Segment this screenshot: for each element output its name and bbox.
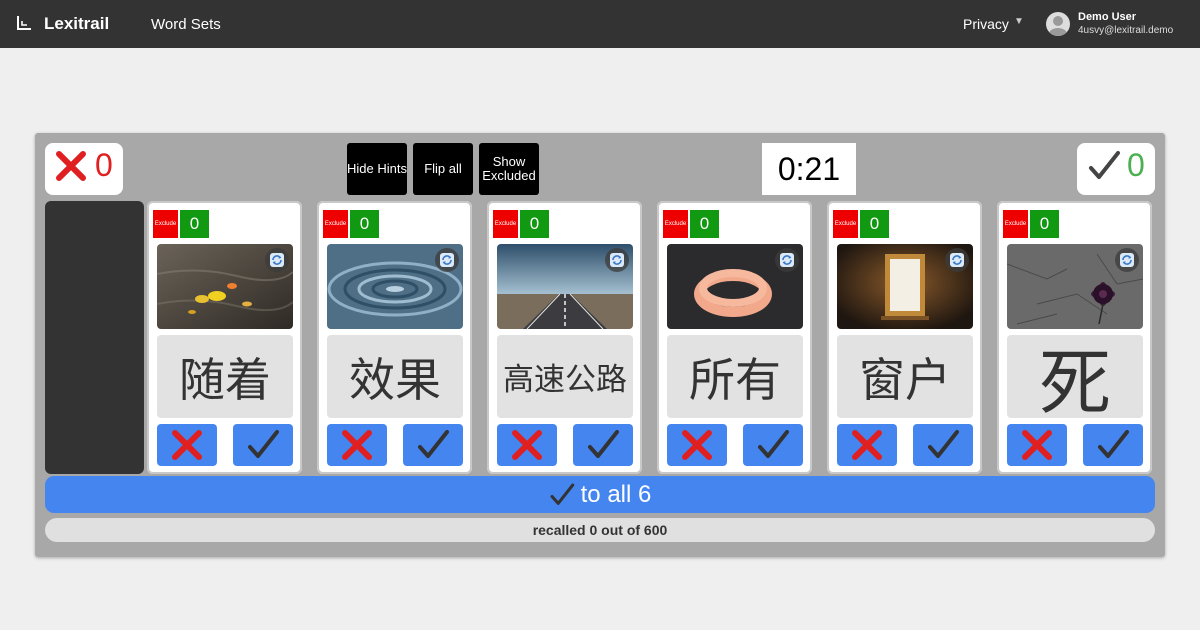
card-image-ripples bbox=[327, 244, 463, 329]
mark-right-button[interactable] bbox=[233, 424, 293, 466]
card-image-window bbox=[837, 244, 973, 329]
refresh-icon bbox=[270, 253, 284, 267]
logo-icon bbox=[17, 16, 31, 30]
mark-right-button[interactable] bbox=[743, 424, 803, 466]
refresh-icon bbox=[610, 253, 624, 267]
word-card: Exclude 0 效果 bbox=[317, 201, 472, 474]
refresh-icon bbox=[780, 253, 794, 267]
cross-icon bbox=[1022, 430, 1052, 460]
right-score-box: 0 bbox=[1077, 143, 1155, 195]
brand-name[interactable]: Lexitrail bbox=[44, 14, 109, 34]
cross-icon bbox=[852, 430, 882, 460]
mark-right-button[interactable] bbox=[573, 424, 633, 466]
card-word[interactable]: 随着 bbox=[157, 335, 293, 418]
check-icon bbox=[550, 483, 574, 505]
word-card: Exclude 0 窗户 bbox=[827, 201, 982, 474]
wrong-count: 0 bbox=[95, 147, 113, 183]
cross-icon bbox=[56, 151, 86, 181]
word-card: Exclude 0 所有 bbox=[657, 201, 812, 474]
check-icon bbox=[928, 430, 959, 458]
exclude-button[interactable]: Exclude bbox=[493, 210, 518, 238]
card-count-badge: 0 bbox=[1030, 210, 1059, 238]
card-count-badge: 0 bbox=[180, 210, 209, 238]
card-image-dead-flower bbox=[1007, 244, 1143, 329]
nav-word-sets-link[interactable]: Word Sets bbox=[151, 16, 221, 33]
cross-icon bbox=[512, 430, 542, 460]
progress-text: recalled 0 out of 600 bbox=[532, 522, 668, 538]
card-count-badge: 0 bbox=[350, 210, 379, 238]
check-icon bbox=[758, 430, 789, 458]
card-image-rings bbox=[667, 244, 803, 329]
mark-wrong-button[interactable] bbox=[327, 424, 387, 466]
mark-all-right-button[interactable]: to all 6 bbox=[45, 476, 1155, 513]
chevron-down-icon[interactable]: ▼ bbox=[1014, 16, 1024, 27]
empty-card-slot bbox=[45, 201, 144, 474]
mark-wrong-button[interactable] bbox=[497, 424, 557, 466]
refresh-image-button[interactable] bbox=[435, 248, 459, 272]
cross-icon bbox=[172, 430, 202, 460]
cross-icon bbox=[682, 430, 712, 460]
mark-wrong-button[interactable] bbox=[667, 424, 727, 466]
card-word[interactable]: 高速公路 bbox=[497, 335, 633, 418]
mark-right-button[interactable] bbox=[1083, 424, 1143, 466]
exclude-button[interactable]: Exclude bbox=[833, 210, 858, 238]
user-email: 4usvy@lexitrail.demo bbox=[1078, 25, 1174, 36]
card-image-highway bbox=[497, 244, 633, 329]
word-card: Exclude 0 死 bbox=[997, 201, 1152, 474]
refresh-image-button[interactable] bbox=[945, 248, 969, 272]
refresh-image-button[interactable] bbox=[265, 248, 289, 272]
check-icon bbox=[248, 430, 279, 458]
word-card: Exclude 0 高速公路 bbox=[487, 201, 642, 474]
avatar[interactable] bbox=[1046, 12, 1070, 36]
check-icon bbox=[418, 430, 449, 458]
check-icon bbox=[588, 430, 619, 458]
exclude-button[interactable]: Exclude bbox=[323, 210, 348, 238]
refresh-image-button[interactable] bbox=[775, 248, 799, 272]
timer: 0:21 bbox=[762, 143, 856, 195]
check-icon bbox=[1089, 151, 1120, 179]
exclude-button[interactable]: Exclude bbox=[1003, 210, 1028, 238]
refresh-icon bbox=[1120, 253, 1134, 267]
card-image-leaves bbox=[157, 244, 293, 329]
cross-icon bbox=[342, 430, 372, 460]
exclude-button[interactable]: Exclude bbox=[663, 210, 688, 238]
mark-right-button[interactable] bbox=[913, 424, 973, 466]
refresh-image-button[interactable] bbox=[605, 248, 629, 272]
recall-progress-bar: recalled 0 out of 600 bbox=[45, 518, 1155, 542]
refresh-image-button[interactable] bbox=[1115, 248, 1139, 272]
refresh-icon bbox=[440, 253, 454, 267]
card-word[interactable]: 效果 bbox=[327, 335, 463, 418]
refresh-icon bbox=[950, 253, 964, 267]
check-icon bbox=[1098, 430, 1129, 458]
nav-privacy-dropdown[interactable]: Privacy bbox=[963, 16, 1009, 32]
card-word[interactable]: 所有 bbox=[667, 335, 803, 418]
wrong-score-box: 0 bbox=[45, 143, 123, 195]
word-card: Exclude 0 随着 bbox=[147, 201, 302, 474]
mark-wrong-button[interactable] bbox=[157, 424, 217, 466]
hide-hints-button[interactable]: Hide Hints bbox=[347, 143, 407, 195]
card-count-badge: 0 bbox=[860, 210, 889, 238]
top-navbar: Lexitrail Word Sets Privacy ▼ Demo User … bbox=[0, 0, 1200, 48]
user-avatar-icon bbox=[1049, 16, 1067, 36]
card-count-badge: 0 bbox=[690, 210, 719, 238]
card-word[interactable]: 死 bbox=[1007, 335, 1143, 425]
right-count: 0 bbox=[1127, 147, 1145, 183]
mark-all-label: to all 6 bbox=[580, 480, 652, 508]
flip-all-button[interactable]: Flip all bbox=[413, 143, 473, 195]
card-word[interactable]: 窗户 bbox=[837, 335, 973, 418]
card-count-badge: 0 bbox=[520, 210, 549, 238]
show-excluded-button[interactable]: Show Excluded bbox=[479, 143, 539, 195]
mark-wrong-button[interactable] bbox=[1007, 424, 1067, 466]
exclude-button[interactable]: Exclude bbox=[153, 210, 178, 238]
mark-right-button[interactable] bbox=[403, 424, 463, 466]
mark-wrong-button[interactable] bbox=[837, 424, 897, 466]
user-name: Demo User bbox=[1078, 11, 1137, 23]
